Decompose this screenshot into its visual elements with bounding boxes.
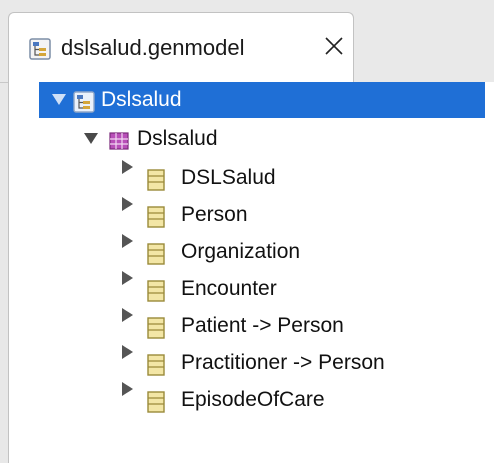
- collapse-arrow-icon[interactable]: [117, 271, 137, 307]
- genmodel-icon: [73, 89, 95, 113]
- tree-class-row[interactable]: Patient -> Person: [9, 308, 485, 344]
- collapse-arrow-icon[interactable]: [117, 382, 137, 418]
- class-icon: [145, 167, 167, 191]
- tree-package-row[interactable]: Dslsalud: [9, 121, 485, 157]
- tree-class-row[interactable]: Practitioner -> Person: [9, 345, 485, 381]
- class-icon: [145, 352, 167, 376]
- package-icon: [108, 128, 130, 150]
- collapse-arrow-icon[interactable]: [117, 197, 137, 233]
- close-icon[interactable]: [322, 34, 346, 58]
- expand-arrow-icon[interactable]: [81, 121, 101, 157]
- expand-arrow-icon[interactable]: [49, 82, 69, 118]
- tree-root-row[interactable]: Dslsalud: [39, 82, 485, 118]
- tree-class-label: EpisodeOfCare: [181, 388, 325, 411]
- class-icon: [145, 389, 167, 413]
- class-icon: [145, 278, 167, 302]
- tree-package-label: Dslsalud: [137, 127, 218, 150]
- class-icon: [145, 204, 167, 228]
- collapse-arrow-icon[interactable]: [117, 234, 137, 270]
- tree-class-label: Person: [181, 203, 248, 226]
- class-icon: [145, 241, 167, 265]
- collapse-arrow-icon[interactable]: [117, 308, 137, 344]
- class-icon: [145, 315, 167, 339]
- genmodel-file-icon: [29, 38, 51, 60]
- collapse-arrow-icon[interactable]: [117, 345, 137, 381]
- collapse-arrow-icon[interactable]: [117, 160, 137, 196]
- tree-class-label: DSLSalud: [181, 166, 276, 189]
- tree-root-label: Dslsalud: [101, 88, 182, 111]
- editor-tab-title: dslsalud.genmodel: [61, 35, 245, 60]
- editor-tab[interactable]: dslsalud.genmodel: [8, 12, 354, 84]
- genmodel-tree: Dslsalud Dslsalud DSLSalud Person Organi…: [8, 82, 494, 463]
- editor-window: dslsalud.genmodel Dslsalud Dslsalud DSLS…: [0, 0, 494, 463]
- tree-class-row[interactable]: EpisodeOfCare: [9, 382, 485, 418]
- tree-class-label: Practitioner -> Person: [181, 351, 385, 374]
- tree-class-row[interactable]: DSLSalud: [9, 160, 485, 196]
- tree-class-label: Organization: [181, 240, 301, 263]
- tree-class-row[interactable]: Organization: [9, 234, 485, 270]
- tree-class-label: Encounter: [181, 277, 277, 300]
- tree-class-label: Patient -> Person: [181, 314, 344, 337]
- tree-class-row[interactable]: Person: [9, 197, 485, 233]
- editor-tab-bar: dslsalud.genmodel: [0, 0, 494, 84]
- tree-class-row[interactable]: Encounter: [9, 271, 485, 307]
